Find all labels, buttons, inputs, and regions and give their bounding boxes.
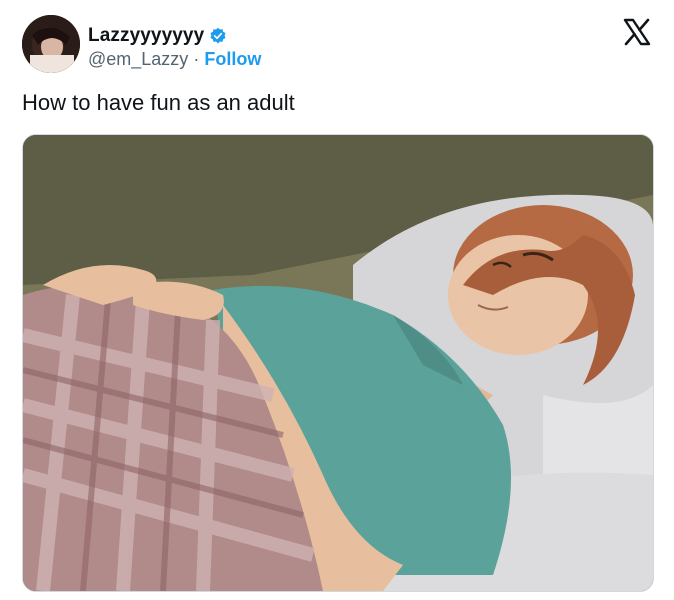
x-logo-icon[interactable] <box>622 17 652 47</box>
verified-badge-icon <box>209 27 227 45</box>
tweet-header: Lazzyyyyyyy @em_Lazzy · Follow <box>22 15 652 75</box>
tweet-text: How to have fun as an adult <box>22 90 295 115</box>
name-row: Lazzyyyyyyy <box>88 25 227 47</box>
tweet-card: Lazzyyyyyyy @em_Lazzy · Follow How to ha… <box>0 0 674 600</box>
follow-button[interactable]: Follow <box>204 49 261 69</box>
handle-row: @em_Lazzy · Follow <box>88 49 261 70</box>
display-name[interactable]: Lazzyyyyyyy <box>88 25 204 47</box>
tweet-image[interactable] <box>22 134 654 592</box>
separator: · <box>193 49 200 69</box>
avatar[interactable] <box>22 15 80 73</box>
handle[interactable]: @em_Lazzy <box>88 49 188 69</box>
